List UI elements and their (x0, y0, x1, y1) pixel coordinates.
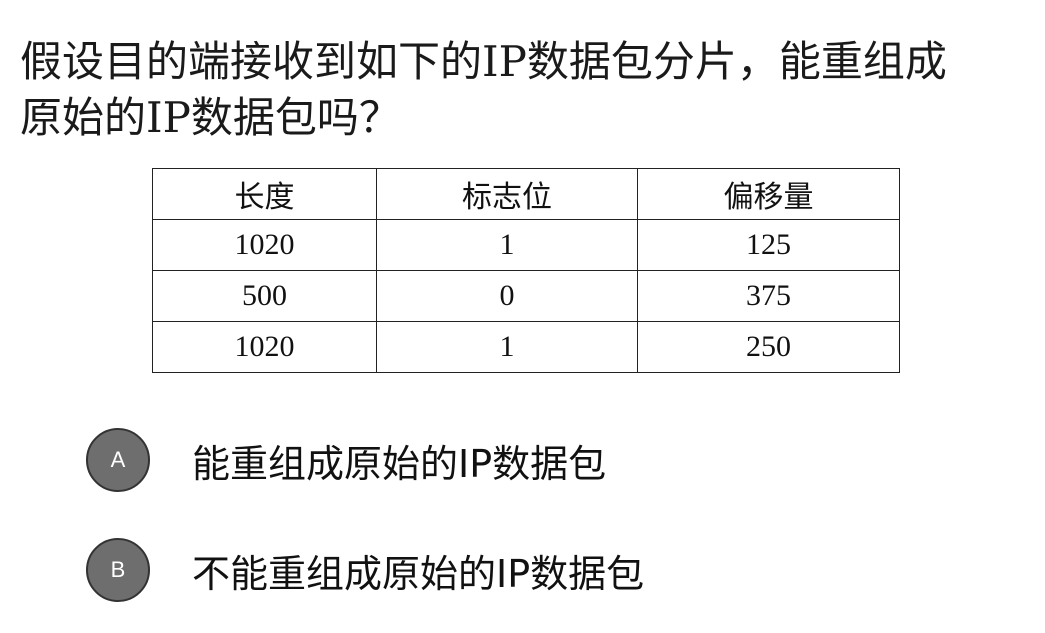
header-length: 长度 (152, 168, 377, 220)
option-a-text[interactable]: 能重组成原始的IP数据包 (192, 433, 606, 488)
cell-flag: 1 (376, 321, 638, 373)
fragment-table: 长度 标志位 偏移量 1020 1 125 500 0 375 1020 1 2… (152, 168, 900, 373)
option-a[interactable]: A 能重组成原始的IP数据包 (86, 428, 606, 492)
cell-flag: 0 (376, 270, 638, 322)
cell-length: 500 (152, 270, 377, 322)
table-header-row: 长度 标志位 偏移量 (152, 168, 900, 220)
cell-flag: 1 (376, 219, 638, 271)
option-a-badge[interactable]: A (86, 428, 150, 492)
header-flag: 标志位 (376, 168, 638, 220)
question-line-1: 假设目的端接收到如下的IP数据包分片，能重组成 (20, 37, 947, 86)
question-line-2: 原始的IP数据包吗？ (20, 93, 401, 142)
cell-length: 1020 (152, 321, 377, 373)
header-offset: 偏移量 (637, 168, 900, 220)
option-b-badge[interactable]: B (86, 538, 150, 602)
cell-offset: 250 (637, 321, 900, 373)
table-row: 1020 1 125 (152, 219, 900, 271)
cell-offset: 125 (637, 219, 900, 271)
table-row: 1020 1 250 (152, 321, 900, 373)
table-row: 500 0 375 (152, 270, 900, 322)
cell-offset: 375 (637, 270, 900, 322)
option-b-text[interactable]: 不能重组成原始的IP数据包 (192, 543, 644, 598)
cell-length: 1020 (152, 219, 377, 271)
option-b[interactable]: B 不能重组成原始的IP数据包 (86, 538, 644, 602)
question-text: 假设目的端接收到如下的IP数据包分片，能重组成 原始的IP数据包吗？ (20, 34, 1035, 146)
